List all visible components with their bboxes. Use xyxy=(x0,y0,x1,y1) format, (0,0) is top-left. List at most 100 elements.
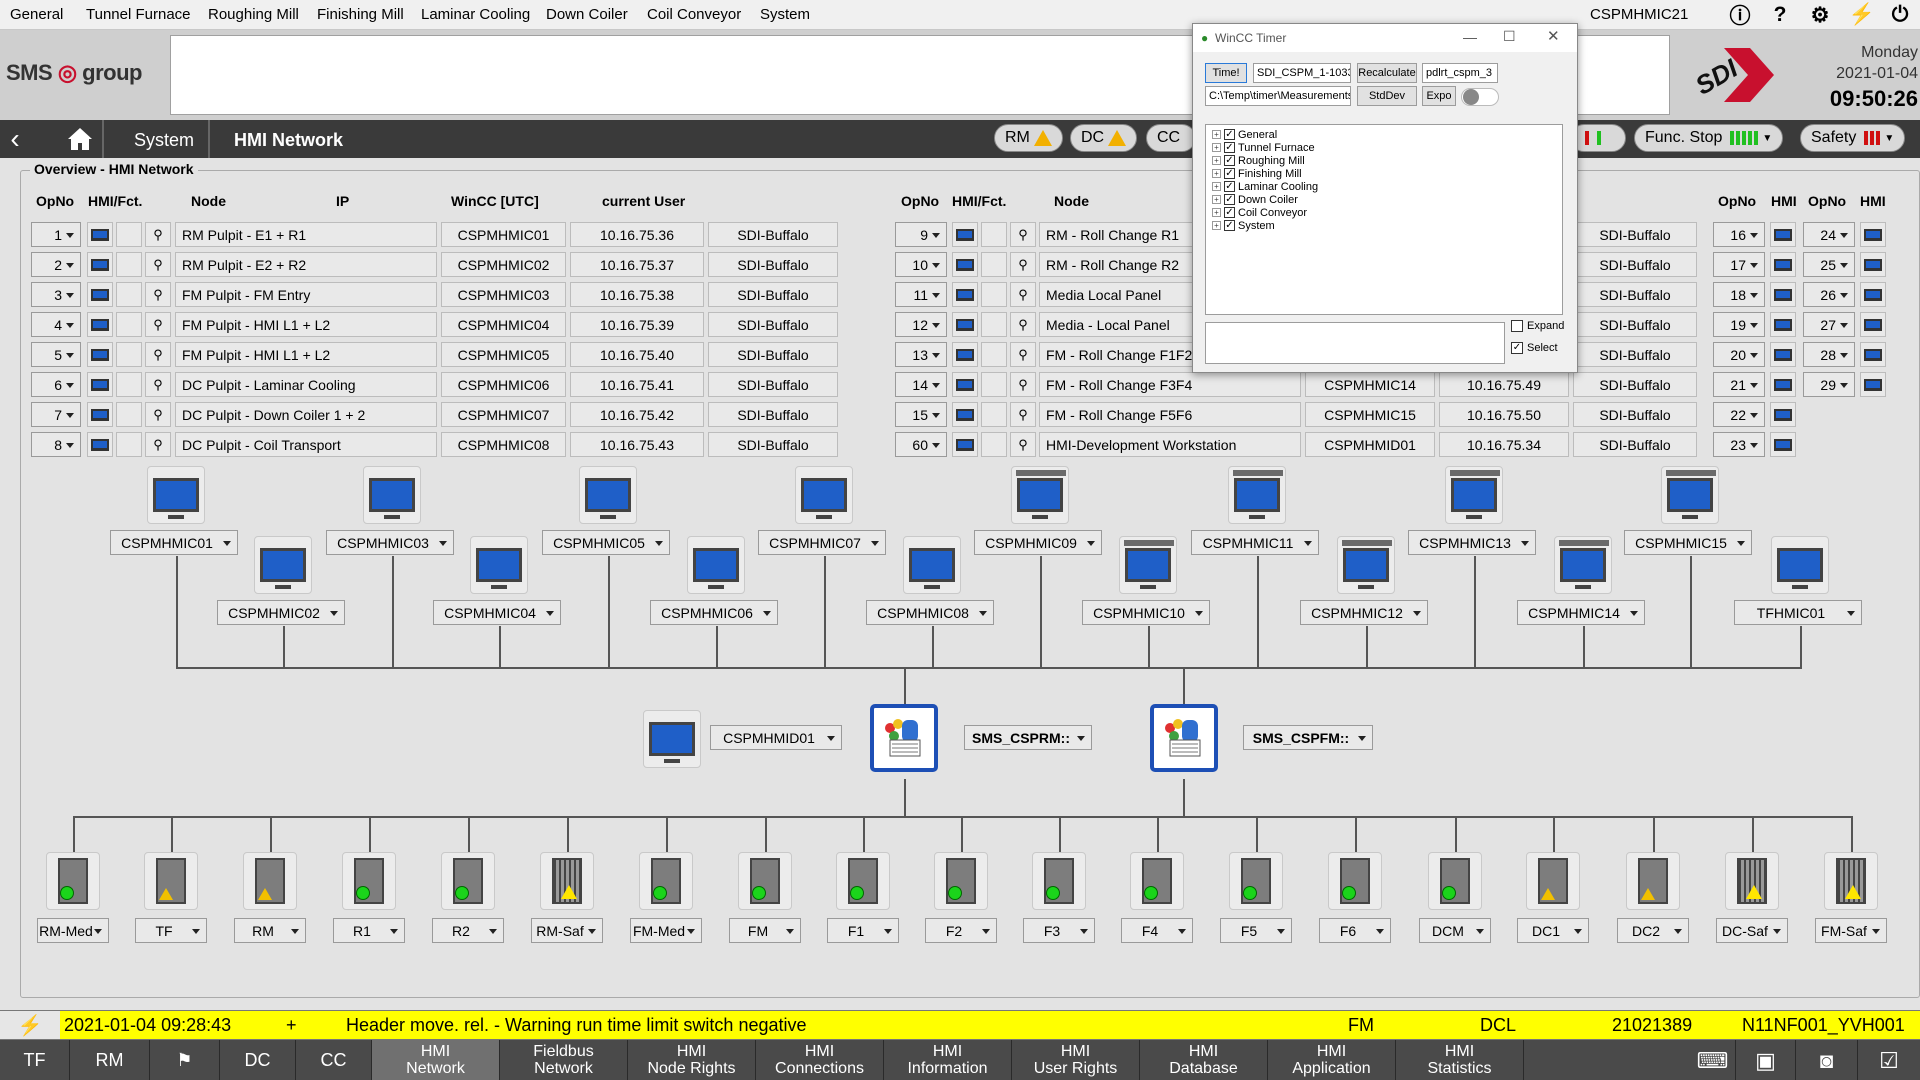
node-label-dropdown[interactable]: CSPMHMIC10 xyxy=(1082,600,1210,625)
cabinet-label-dropdown[interactable]: TF xyxy=(135,918,207,943)
opno-select[interactable]: 28 xyxy=(1803,342,1855,367)
tree-checkbox[interactable]: ✓ xyxy=(1224,155,1235,166)
cabinet-label-dropdown[interactable]: FM-Saf xyxy=(1815,918,1887,943)
cabinet-icon[interactable] xyxy=(540,852,594,910)
key-icon[interactable]: ⚲ xyxy=(1010,222,1036,247)
opno-select[interactable]: 14 xyxy=(895,372,947,397)
cabinet-label-dropdown[interactable]: RM-Saf xyxy=(531,918,603,943)
tab-hmi-network[interactable]: HMI Network xyxy=(372,1040,500,1080)
pc-icon[interactable] xyxy=(147,466,205,524)
opno-select[interactable]: 1 xyxy=(31,222,81,247)
cabinet-icon[interactable] xyxy=(1526,852,1580,910)
key-icon[interactable]: ⚲ xyxy=(1010,282,1036,307)
node-label-dropdown[interactable]: CSPMHMIC12 xyxy=(1300,600,1428,625)
measurement-tree[interactable]: + ✓ General + ✓ Tunnel Furnace + ✓ Roughing Mill… xyxy=(1205,124,1563,315)
hmi-monitor-icon[interactable] xyxy=(1860,252,1886,277)
cabinet-label-dropdown[interactable]: F4 xyxy=(1121,918,1193,943)
pc-icon[interactable] xyxy=(795,466,853,524)
db-name-input[interactable]: pdlrt_cspm_3 xyxy=(1422,63,1498,83)
tab-hmi-statistics[interactable]: HMI Statistics xyxy=(1396,1040,1524,1080)
expand-icon[interactable]: + xyxy=(1212,169,1221,178)
key-icon[interactable]: ⚲ xyxy=(1010,342,1036,367)
fct-slot[interactable] xyxy=(116,402,142,427)
fct-slot[interactable] xyxy=(981,342,1007,367)
hmi-monitor-icon[interactable] xyxy=(87,282,113,307)
key-icon[interactable]: ⚲ xyxy=(145,252,171,277)
menu-roughing-mill[interactable]: Roughing Mill xyxy=(208,6,299,23)
node-label-dropdown[interactable]: CSPMHMIC02 xyxy=(217,600,345,625)
help-icon[interactable]: ? xyxy=(1766,2,1794,28)
expand-icon[interactable]: + xyxy=(1212,156,1221,165)
tree-node[interactable]: + ✓ Coil Conveyor xyxy=(1212,206,1307,219)
fct-slot[interactable] xyxy=(981,222,1007,247)
back-arrow-icon[interactable]: ‹ xyxy=(0,120,30,158)
time-button[interactable]: Time! xyxy=(1205,63,1247,83)
hmi-monitor-icon[interactable] xyxy=(1860,372,1886,397)
checkbox-icon[interactable]: ☑ xyxy=(1858,1040,1920,1080)
cabinet-label-dropdown[interactable]: DC-Saf xyxy=(1716,918,1788,943)
alarm-bar[interactable]: ⚡ 2021-01-04 09:28:43 + Header move. rel… xyxy=(0,1010,1920,1040)
node-label-dropdown[interactable]: CSPMHMIC11 xyxy=(1191,530,1319,555)
tab-hmi-node-rights[interactable]: HMI Node Rights xyxy=(628,1040,756,1080)
tree-node[interactable]: + ✓ System xyxy=(1212,219,1275,232)
fct-slot[interactable] xyxy=(981,282,1007,307)
opno-select[interactable]: 21 xyxy=(1713,372,1765,397)
fct-slot[interactable] xyxy=(981,312,1007,337)
tree-checkbox[interactable]: ✓ xyxy=(1224,207,1235,218)
cabinet-icon[interactable] xyxy=(934,852,988,910)
recalculate-button[interactable]: Recalculate xyxy=(1357,63,1417,83)
hmi-monitor-icon[interactable] xyxy=(1770,252,1796,277)
tree-node[interactable]: + ✓ Roughing Mill xyxy=(1212,154,1305,167)
fct-slot[interactable] xyxy=(116,312,142,337)
fct-slot[interactable] xyxy=(981,372,1007,397)
rm-server-label[interactable]: SMS_CSPRM:: xyxy=(964,725,1092,750)
cabinet-icon[interactable] xyxy=(1725,852,1779,910)
key-icon[interactable]: ⚲ xyxy=(145,402,171,427)
cabinet-icon[interactable] xyxy=(1626,852,1680,910)
cabinet-label-dropdown[interactable]: F3 xyxy=(1023,918,1095,943)
hmi-monitor-icon[interactable] xyxy=(1770,342,1796,367)
opno-select[interactable]: 26 xyxy=(1803,282,1855,307)
toggle-switch[interactable] xyxy=(1461,88,1499,106)
hmi-monitor-icon[interactable] xyxy=(1770,432,1796,457)
opno-select[interactable]: 6 xyxy=(31,372,81,397)
cabinet-icon[interactable] xyxy=(1824,852,1878,910)
opno-select[interactable]: 2 xyxy=(31,252,81,277)
hmi-monitor-icon[interactable] xyxy=(1860,342,1886,367)
hmi-monitor-icon[interactable] xyxy=(952,372,978,397)
hmi-monitor-icon[interactable] xyxy=(1860,312,1886,337)
menu-laminar-cooling[interactable]: Laminar Cooling xyxy=(421,6,530,23)
menu-finishing-mill[interactable]: Finishing Mill xyxy=(317,6,404,23)
opno-select[interactable]: 5 xyxy=(31,342,81,367)
tree-checkbox[interactable]: ✓ xyxy=(1224,181,1235,192)
minimize-icon[interactable]: — xyxy=(1463,29,1477,45)
close-icon[interactable]: ✕ xyxy=(1547,27,1560,45)
tree-checkbox[interactable]: ✓ xyxy=(1224,129,1235,140)
menu-tunnel-furnace[interactable]: Tunnel Furnace xyxy=(86,6,191,23)
expo-button[interactable]: Expo xyxy=(1422,86,1456,106)
cabinet-label-dropdown[interactable]: FM xyxy=(729,918,801,943)
tree-checkbox[interactable]: ✓ xyxy=(1224,194,1235,205)
output-box[interactable] xyxy=(1205,322,1505,364)
path-input[interactable]: C:\Temp\timer\Measurements xyxy=(1205,86,1351,106)
hmi-monitor-icon[interactable] xyxy=(952,252,978,277)
cabinet-label-dropdown[interactable]: DC1 xyxy=(1517,918,1589,943)
cabinet-icon[interactable] xyxy=(1032,852,1086,910)
pc-icon[interactable] xyxy=(579,466,637,524)
menu-system[interactable]: System xyxy=(760,6,810,23)
btn-tf[interactable]: TF xyxy=(0,1040,70,1080)
cabinet-label-dropdown[interactable]: FM-Med xyxy=(630,918,702,943)
key-icon[interactable]: ⚲ xyxy=(1010,252,1036,277)
func-stop-pill[interactable]: Func. Stop ▼ xyxy=(1634,124,1784,152)
tab-hmi-connections[interactable]: HMI Connections xyxy=(756,1040,884,1080)
cabinet-icon[interactable] xyxy=(836,852,890,910)
cabinet-label-dropdown[interactable]: F2 xyxy=(925,918,997,943)
expand-icon[interactable]: + xyxy=(1212,143,1221,152)
opno-select[interactable]: 16 xyxy=(1713,222,1765,247)
hmi-monitor-icon[interactable] xyxy=(1770,312,1796,337)
safety-pill[interactable]: Safety ▼ xyxy=(1800,124,1906,152)
pc-icon[interactable] xyxy=(1445,466,1503,524)
breadcrumb-system[interactable]: System xyxy=(134,130,194,151)
opno-select[interactable]: 3 xyxy=(31,282,81,307)
btn-dc[interactable]: DC xyxy=(220,1040,296,1080)
